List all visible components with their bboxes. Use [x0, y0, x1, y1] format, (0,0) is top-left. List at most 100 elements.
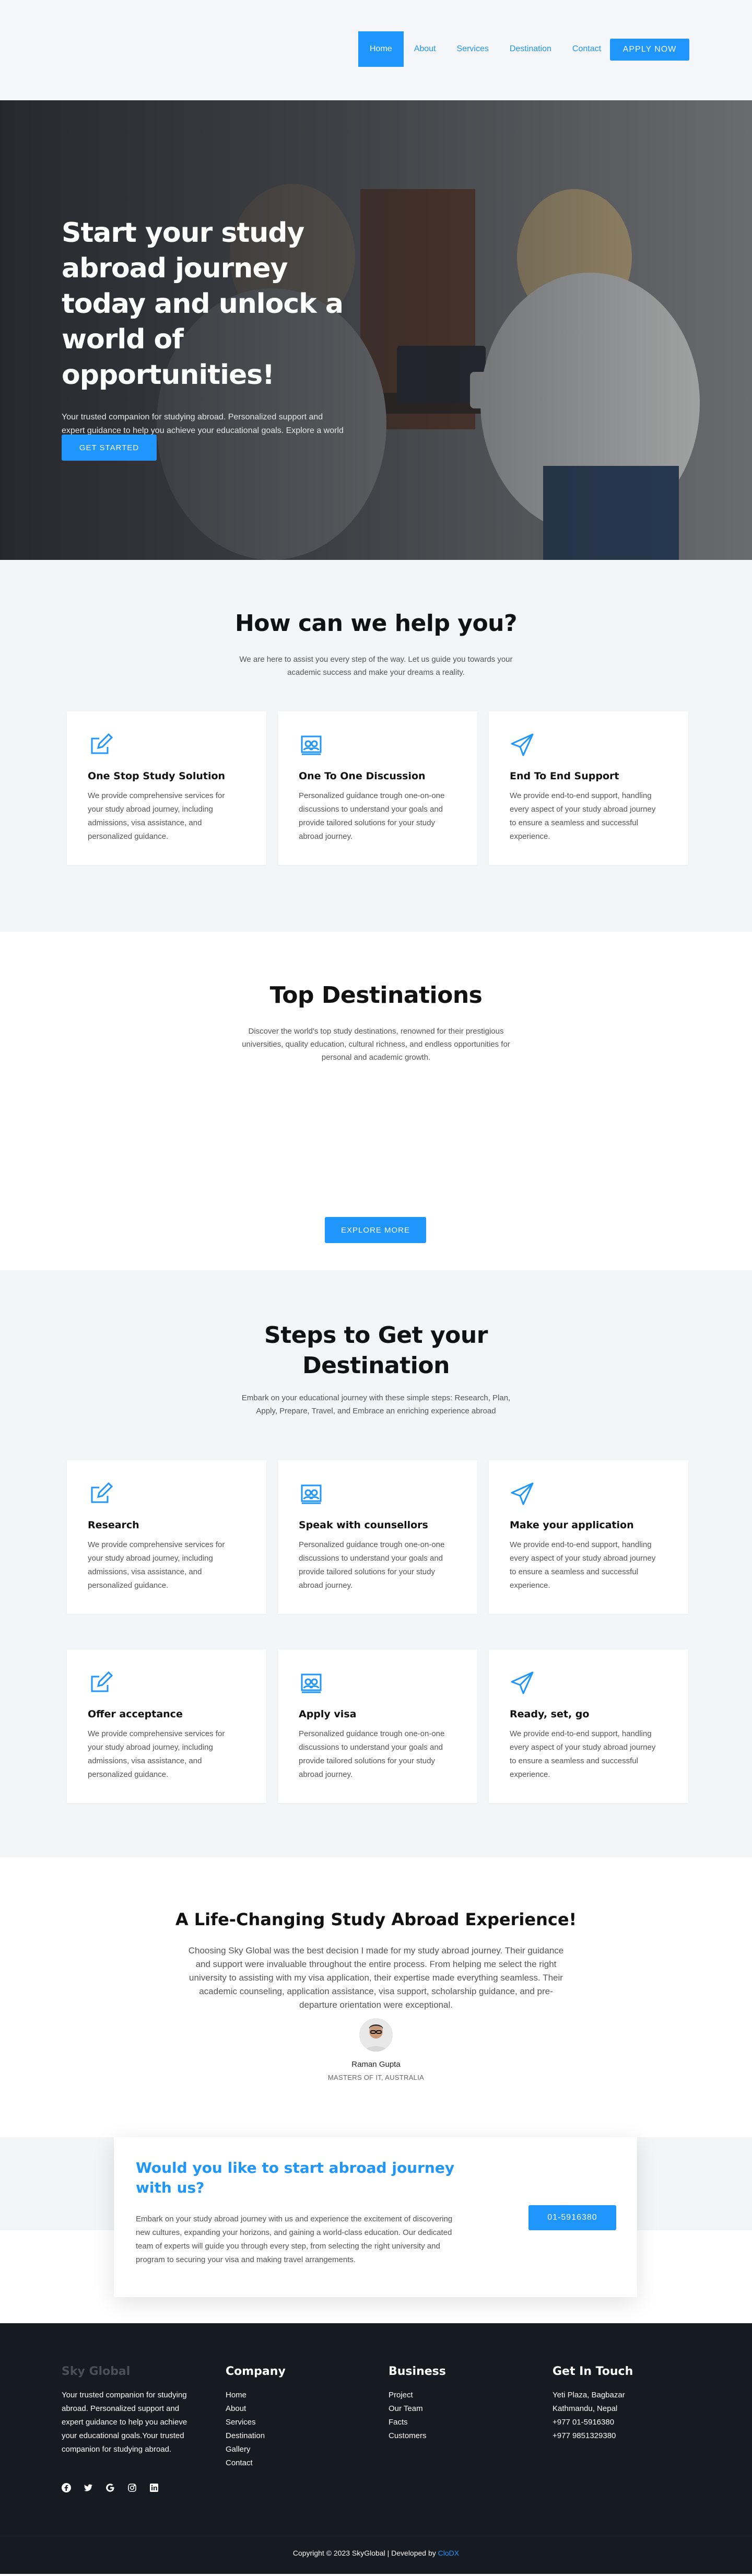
footer-link-our-team[interactable]: Our Team [389, 2402, 446, 2416]
nav-menu: Home About Services Destination Contact [358, 31, 612, 67]
card-title: Apply visa [299, 1708, 357, 1720]
destinations-title: Top Destinations [269, 982, 483, 1009]
footer-link-home[interactable]: Home [226, 2388, 286, 2402]
paper-plane-icon [511, 1671, 534, 1694]
footer-link-project[interactable]: Project [389, 2388, 446, 2402]
facebook-icon[interactable] [62, 2483, 71, 2492]
cta-section: Would you like to start abroad journey w… [0, 2137, 752, 2323]
card-title: Speak with counsellors [299, 1519, 428, 1531]
footer-company-title: Company [226, 2365, 286, 2378]
footer-business-title: Business [389, 2365, 446, 2378]
developer-link[interactable]: CloDX [438, 2549, 459, 2557]
card-text: We provide end-to-end support, handling … [510, 1729, 656, 1779]
card-text: Personalized guidance trough one-on-one … [299, 1540, 445, 1590]
footer: Sky Global Your trusted companion for st… [0, 2323, 752, 2574]
hero-section: Start your study abroad journey today an… [0, 100, 752, 560]
footer-company-column: Company Home About Services Destination … [226, 2365, 286, 2470]
google-icon[interactable] [105, 2483, 115, 2492]
footer-link-customers[interactable]: Customers [389, 2429, 446, 2443]
top-navigation: Home About Services Destination Contact … [0, 0, 752, 100]
twitter-icon[interactable] [84, 2483, 93, 2492]
discussion-icon [301, 1484, 322, 1504]
footer-link-facts[interactable]: Facts [389, 2416, 446, 2429]
copyright-text: Copyright © 2023 SkyGlobal | Developed b… [292, 2549, 436, 2557]
help-section: How can we help you? We are here to assi… [0, 560, 752, 932]
step-card: Speak with counsellors Personalized guid… [278, 1460, 477, 1614]
testimonial-section: A Life-Changing Study Abroad Experience!… [0, 1857, 752, 2137]
card-title: Offer acceptance [88, 1708, 183, 1720]
get-started-button[interactable]: GET STARTED [62, 435, 157, 461]
step-card: Offer acceptance We provide comprehensiv… [67, 1649, 266, 1803]
card-title: End To End Support [510, 770, 619, 782]
copyright: Copyright © 2023 SkyGlobal | Developed b… [0, 2549, 752, 2557]
linkedin-icon[interactable] [149, 2483, 159, 2492]
card-text: We provide end-to-end support, handling … [510, 791, 656, 841]
testimonial-role: MASTERS OF IT, AUSTRALIA [327, 2074, 425, 2081]
footer-contact-column: Get In Touch Yeti Plaza, Bagbazar Kathma… [553, 2365, 633, 2443]
card-text: Personalized guidance trough one-on-one … [299, 791, 445, 841]
card-title: One Stop Study Solution [88, 770, 226, 782]
footer-about-column: Sky Global Your trusted companion for st… [62, 2365, 203, 2456]
edit-icon [91, 733, 113, 754]
steps-cards-row-1: Research We provide comprehensive servic… [67, 1460, 688, 1614]
paper-plane-icon [511, 1482, 534, 1505]
edit-icon [91, 1671, 113, 1692]
nav-link-home[interactable]: Home [358, 31, 404, 67]
card-text: We provide comprehensive services for yo… [88, 1729, 225, 1779]
footer-link-services[interactable]: Services [226, 2416, 286, 2429]
card-text: We provide comprehensive services for yo… [88, 1540, 225, 1590]
footer-link-destination[interactable]: Destination [226, 2429, 286, 2443]
testimonial-quote: Choosing Sky Global was the best decisio… [188, 1946, 564, 2010]
footer-address-line: Kathmandu, Nepal [553, 2404, 618, 2413]
nav-link-destination[interactable]: Destination [499, 31, 562, 67]
destinations-subtitle: Discover the world's top study destinati… [242, 1027, 510, 1062]
footer-business-column: Business Project Our Team Facts Customer… [389, 2365, 446, 2443]
edit-icon [91, 1482, 113, 1503]
footer-mobile-link[interactable]: +977 9851329380 [553, 2429, 633, 2443]
footer-link-about[interactable]: About [226, 2402, 286, 2416]
person-avatar-icon [359, 2018, 393, 2052]
help-title: How can we help you? [234, 610, 518, 637]
call-phone-button[interactable]: 01-5916380 [528, 2205, 616, 2230]
hero-title: Start your study abroad journey today an… [62, 217, 344, 391]
card-text: We provide comprehensive services for yo… [88, 791, 225, 841]
social-links [62, 2483, 159, 2492]
paper-plane-icon [511, 733, 534, 756]
footer-contact-title: Get In Touch [553, 2365, 633, 2378]
step-card: Ready, set, go We provide end-to-end sup… [489, 1649, 688, 1803]
step-card: Research We provide comprehensive servic… [67, 1460, 266, 1614]
footer-link-gallery[interactable]: Gallery [226, 2443, 286, 2456]
footer-phone-link[interactable]: +977 01-5916380 [553, 2416, 633, 2429]
card-text: Personalized guidance trough one-on-one … [299, 1729, 445, 1779]
nav-link-about[interactable]: About [404, 31, 446, 67]
instagram-icon[interactable] [127, 2483, 137, 2492]
nav-link-contact[interactable]: Contact [562, 31, 612, 67]
cta-title: Would you like to start abroad journey w… [136, 2159, 455, 2196]
service-card: End To End Support We provide end-to-end… [489, 711, 688, 865]
discussion-icon [301, 1673, 322, 1693]
card-title: Ready, set, go [510, 1708, 590, 1720]
card-title: One To One Discussion [299, 770, 426, 782]
apply-now-button[interactable]: APPLY NOW [610, 39, 689, 61]
explore-more-button[interactable]: EXPLORE MORE [325, 1217, 426, 1243]
step-card: Make your application We provide end-to-… [489, 1460, 688, 1614]
discussion-icon [301, 735, 322, 755]
steps-cards-row-2: Offer acceptance We provide comprehensiv… [67, 1649, 688, 1803]
help-cards: One Stop Study Solution We provide compr… [67, 711, 688, 865]
nav-link-services[interactable]: Services [446, 31, 499, 67]
avatar [359, 2018, 393, 2052]
card-title: Research [88, 1519, 139, 1531]
help-subtitle: We are here to assist you every step of … [239, 655, 513, 677]
footer-link-contact[interactable]: Contact [226, 2456, 286, 2470]
cta-text: Embark on your study abroad journey with… [136, 2215, 453, 2264]
card-text: We provide end-to-end support, handling … [510, 1540, 656, 1590]
service-card: One Stop Study Solution We provide compr… [67, 711, 266, 865]
card-title: Make your application [510, 1519, 634, 1531]
testimonial-name: Raman Gupta [351, 2060, 401, 2069]
footer-address-line: Yeti Plaza, Bagbazar [553, 2391, 625, 2399]
destinations-section: Top Destinations Discover the world's to… [0, 932, 752, 1270]
steps-title: Steps to Get your Destination [264, 1322, 488, 1379]
hero-content: Start your study abroad journey today an… [62, 215, 354, 451]
testimonial-title: A Life-Changing Study Abroad Experience! [175, 1910, 577, 1929]
service-card: One To One Discussion Personalized guida… [278, 711, 477, 865]
